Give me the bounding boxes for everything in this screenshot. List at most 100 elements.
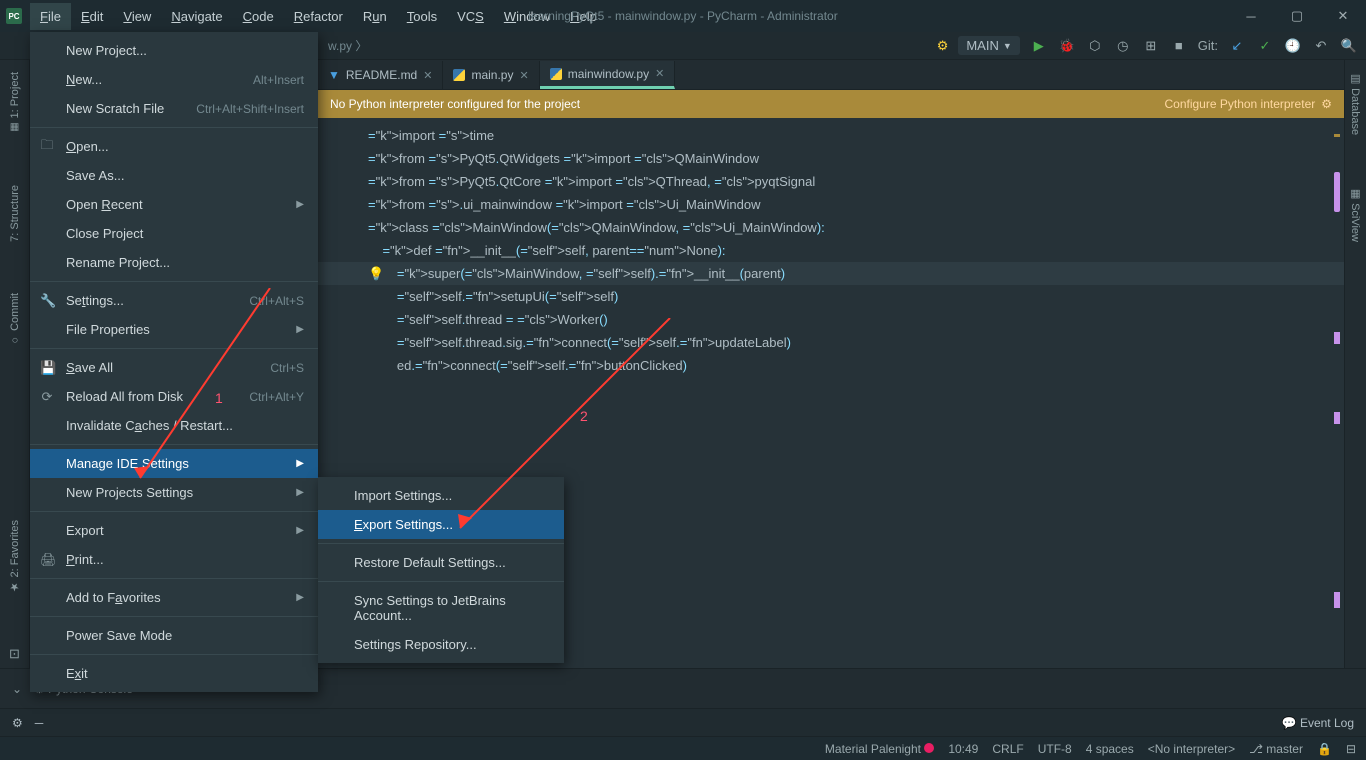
close-button[interactable]: ✕: [1320, 0, 1366, 32]
event-log-tab[interactable]: 💬 Event Log: [1282, 716, 1354, 730]
folder-icon: 🗀: [40, 136, 54, 158]
python-icon: ⚙: [937, 38, 949, 54]
tool-tab-commit[interactable]: ○ Commit: [7, 287, 23, 352]
app-icon: PC: [6, 8, 22, 24]
submenu-export-settings[interactable]: Export Settings...: [318, 510, 564, 539]
tool-strip-toggle[interactable]: ⊡: [3, 640, 26, 668]
git-commit-icon[interactable]: ✓: [1256, 37, 1274, 55]
print-icon: 🖨: [40, 552, 54, 568]
menu-item-exit[interactable]: Exit: [30, 659, 318, 688]
reload-icon: ⟳: [40, 389, 54, 405]
menu-item-open[interactable]: 🗀Open...: [30, 132, 318, 161]
status-line-ending[interactable]: CRLF: [992, 742, 1023, 756]
status-encoding[interactable]: UTF-8: [1038, 742, 1072, 756]
python-file-icon: [453, 69, 465, 81]
menu-item-file-properties[interactable]: File Properties▶: [30, 315, 318, 344]
menu-item-scratch[interactable]: New Scratch FileCtrl+Alt+Shift+Insert: [30, 94, 318, 123]
menu-item-settings[interactable]: 🔧Settings...Ctrl+Alt+S: [30, 286, 318, 315]
menu-refactor[interactable]: Refactor: [284, 3, 353, 30]
warning-text: No Python interpreter configured for the…: [330, 97, 580, 111]
manage-ide-submenu: Import Settings... Export Settings... Re…: [318, 477, 564, 663]
status-lock-icon[interactable]: 🔒: [1317, 742, 1332, 756]
window-title: learningPyQt5 - mainwindow.py - PyCharm …: [528, 9, 837, 23]
theme-dot-icon: [924, 743, 934, 753]
maximize-button[interactable]: ▢: [1274, 0, 1320, 32]
minimize-button[interactable]: ─: [1228, 0, 1274, 32]
status-interpreter[interactable]: <No interpreter>: [1148, 742, 1235, 756]
settings-icon[interactable]: ⚙: [12, 716, 23, 730]
menu-item-new[interactable]: New...Alt+Insert: [30, 65, 318, 94]
menu-file[interactable]: File: [30, 3, 71, 30]
stop-button[interactable]: ■: [1170, 37, 1188, 55]
status-git-branch[interactable]: ⎇ master: [1249, 742, 1303, 756]
git-rollback-icon[interactable]: ↶: [1312, 37, 1330, 55]
concurrency-button[interactable]: ⊞: [1142, 37, 1160, 55]
menu-item-close-project[interactable]: Close Project: [30, 219, 318, 248]
menu-view[interactable]: View: [113, 3, 161, 30]
menu-navigate[interactable]: Navigate: [161, 3, 232, 30]
run-config-label: MAIN: [966, 38, 999, 53]
annotation-label-1: 1: [215, 390, 223, 406]
tool-tab-sciview[interactable]: ▦ SciView: [1347, 181, 1364, 248]
status-theme[interactable]: Material Palenight: [825, 742, 934, 756]
python-file-icon: [550, 68, 562, 80]
terminal-toggle-icon[interactable]: ⌄: [12, 682, 22, 696]
run-button[interactable]: ▶: [1030, 37, 1048, 55]
menu-item-manage-ide[interactable]: Manage IDE Settings▶: [30, 449, 318, 478]
menu-edit[interactable]: Edit: [71, 3, 113, 30]
title-bar: PC File Edit View Navigate Code Refactor…: [0, 0, 1366, 32]
close-tab-icon[interactable]: ✕: [519, 69, 528, 82]
menu-item-power-save[interactable]: Power Save Mode: [30, 621, 318, 650]
submenu-restore-defaults[interactable]: Restore Default Settings...: [318, 548, 564, 577]
status-memory-icon[interactable]: ⊟: [1346, 742, 1356, 756]
minimize-tool-icon[interactable]: ─: [35, 716, 44, 730]
menu-item-print[interactable]: 🖨Print...: [30, 545, 318, 574]
menu-item-rename-project[interactable]: Rename Project...: [30, 248, 318, 277]
file-menu-dropdown: New Project... New...Alt+Insert New Scra…: [30, 32, 318, 692]
tool-window-bar: ⚙ ─ 💬 Event Log: [0, 708, 1366, 736]
left-tool-strip: ▦ 1: Project 7: Structure ○ Commit ★ 2: …: [0, 60, 30, 668]
menu-item-add-favorites[interactable]: Add to Favorites▶: [30, 583, 318, 612]
close-tab-icon[interactable]: ✕: [655, 67, 664, 80]
gear-icon[interactable]: ⚙: [1321, 97, 1332, 111]
tool-tab-project[interactable]: ▦ 1: Project: [7, 66, 23, 139]
submenu-sync-jetbrains[interactable]: Sync Settings to JetBrains Account...: [318, 586, 564, 630]
menu-tools[interactable]: Tools: [397, 3, 447, 30]
tool-tab-structure[interactable]: 7: Structure: [7, 179, 23, 248]
annotation-label-2: 2: [580, 408, 588, 424]
menu-item-invalidate[interactable]: Invalidate Caches / Restart...: [30, 411, 318, 440]
tab-mainwindow[interactable]: mainwindow.py✕: [540, 61, 676, 89]
close-tab-icon[interactable]: ✕: [423, 69, 432, 82]
editor-tabs: ▼README.md✕ main.py✕ mainwindow.py✕: [318, 60, 1344, 90]
git-label: Git:: [1198, 38, 1218, 53]
configure-interpreter-link[interactable]: Configure Python interpreter ⚙: [1164, 97, 1332, 111]
tab-readme[interactable]: ▼README.md✕: [318, 61, 443, 89]
interpreter-warning-bar: No Python interpreter configured for the…: [318, 90, 1344, 118]
submenu-settings-repo[interactable]: Settings Repository...: [318, 630, 564, 659]
menu-item-save-all[interactable]: 💾Save AllCtrl+S: [30, 353, 318, 382]
tool-tab-favorites[interactable]: ★ 2: Favorites: [6, 514, 23, 600]
submenu-import-settings[interactable]: Import Settings...: [318, 481, 564, 510]
status-time: 10:49: [948, 742, 978, 756]
menu-item-save-as[interactable]: Save As...: [30, 161, 318, 190]
menu-run[interactable]: Run: [353, 3, 397, 30]
menu-vcs[interactable]: VCS: [447, 3, 494, 30]
menu-item-export[interactable]: Export▶: [30, 516, 318, 545]
git-update-icon[interactable]: ↙: [1228, 37, 1246, 55]
profile-button[interactable]: ◷: [1114, 37, 1132, 55]
menu-item-reload[interactable]: ⟳Reload All from DiskCtrl+Alt+Y: [30, 382, 318, 411]
menu-item-new-project[interactable]: New Project...: [30, 36, 318, 65]
tool-tab-database[interactable]: ▤ Database: [1347, 66, 1364, 141]
run-config-selector[interactable]: MAIN ▼: [958, 36, 1019, 55]
menubar: File Edit View Navigate Code Refactor Ru…: [30, 3, 607, 30]
coverage-button[interactable]: ⬡: [1086, 37, 1104, 55]
menu-item-new-projects-settings[interactable]: New Projects Settings▶: [30, 478, 318, 507]
status-indent[interactable]: 4 spaces: [1086, 742, 1134, 756]
chevron-down-icon: ▼: [1003, 41, 1012, 51]
search-icon[interactable]: 🔍: [1340, 37, 1358, 55]
debug-button[interactable]: 🐞: [1058, 37, 1076, 55]
git-history-icon[interactable]: 🕘: [1284, 37, 1302, 55]
menu-code[interactable]: Code: [233, 3, 284, 30]
tab-main[interactable]: main.py✕: [443, 61, 539, 89]
menu-item-open-recent[interactable]: Open Recent▶: [30, 190, 318, 219]
